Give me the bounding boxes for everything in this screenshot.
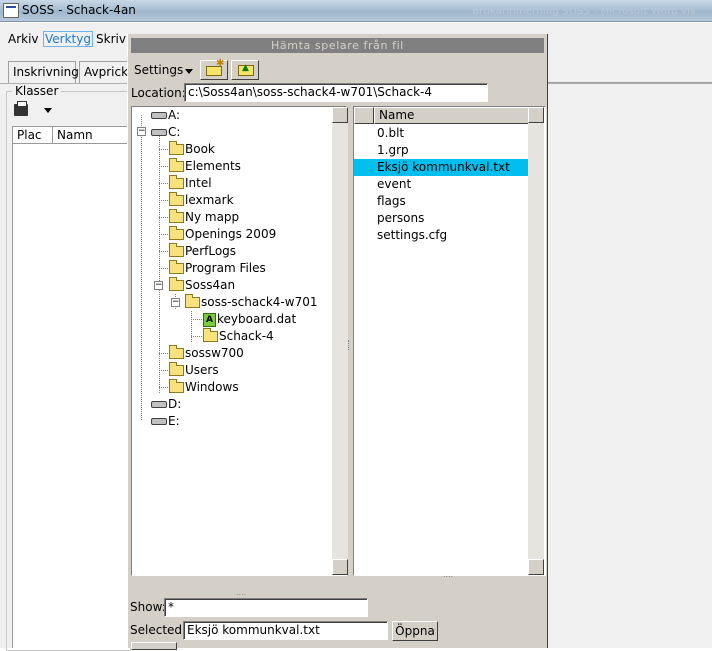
drive-icon bbox=[151, 401, 167, 408]
app-icon bbox=[3, 3, 19, 18]
folder-icon bbox=[169, 209, 184, 223]
file-icon: A bbox=[203, 312, 216, 327]
file-item[interactable]: settings.cfg bbox=[377, 227, 447, 244]
folder-icon bbox=[169, 345, 184, 359]
settings-menu[interactable]: Settings bbox=[134, 63, 183, 77]
tree-item-schack-4[interactable]: Schack-4 bbox=[132, 328, 274, 345]
menu-verktyg[interactable]: Verktyg bbox=[43, 31, 93, 47]
tree-item-a[interactable]: A: bbox=[132, 107, 180, 124]
up-folder-button[interactable] bbox=[231, 60, 259, 80]
location-field[interactable]: c:\Soss4an\soss-schack4-w701\Schack-4 bbox=[184, 83, 488, 102]
klasser-label: Klasser bbox=[12, 84, 62, 98]
folder-icon bbox=[169, 379, 184, 393]
folder-icon bbox=[169, 226, 184, 240]
location-label: Location: bbox=[131, 86, 186, 100]
column-plac[interactable]: Plac bbox=[13, 127, 53, 143]
show-filter-field[interactable]: * bbox=[164, 598, 368, 617]
file-list-header-icon-column[interactable] bbox=[354, 107, 374, 124]
file-list-scrollbar[interactable] bbox=[528, 107, 544, 575]
drive-icon bbox=[151, 129, 167, 136]
menu-arkiv[interactable]: Arkiv bbox=[8, 32, 39, 46]
file-item[interactable]: event bbox=[377, 176, 411, 193]
file-list[interactable]: Name 0.blt 1.grp Eksjö kommunkval.txt ev… bbox=[353, 106, 546, 576]
files-resize-grip[interactable]: .... bbox=[443, 570, 453, 579]
tree-item-ny-mapp[interactable]: Ny mapp bbox=[132, 209, 239, 226]
new-folder-button[interactable] bbox=[200, 58, 228, 80]
tree-scroll-down-button[interactable] bbox=[332, 559, 348, 575]
open-button[interactable]: Öppna bbox=[392, 621, 438, 641]
drive-icon bbox=[151, 418, 167, 425]
folder-icon bbox=[185, 294, 200, 308]
show-label: Show: bbox=[130, 600, 166, 614]
drive-icon bbox=[151, 112, 167, 119]
tree-item-users[interactable]: Users bbox=[132, 362, 219, 379]
menu-skriv[interactable]: Skriv bbox=[96, 32, 126, 46]
folder-icon bbox=[169, 243, 184, 257]
window-title: SOSS - Schack-4an bbox=[22, 3, 136, 17]
tab-avprick[interactable]: Avprick bbox=[79, 61, 131, 83]
tree-item-e[interactable]: E: bbox=[132, 413, 180, 430]
klasser-list[interactable] bbox=[12, 144, 130, 648]
printer-icon[interactable] bbox=[14, 101, 28, 116]
cancel-button[interactable] bbox=[131, 642, 177, 650]
column-namn[interactable]: Namn bbox=[53, 127, 131, 143]
klasser-list-header: Plac Namn bbox=[12, 126, 131, 144]
tree-item-keyboard-dat[interactable]: Akeyboard.dat bbox=[132, 311, 296, 328]
chevron-down-icon[interactable] bbox=[44, 108, 52, 113]
tree-item-sossw700[interactable]: sossw700 bbox=[132, 345, 244, 362]
tree-item-elements[interactable]: Elements bbox=[132, 158, 241, 175]
up-folder-icon bbox=[238, 63, 254, 76]
folder-icon bbox=[169, 260, 184, 274]
files-scroll-up-button[interactable] bbox=[528, 107, 544, 123]
panel-divider bbox=[548, 82, 712, 83]
folder-icon bbox=[169, 277, 184, 291]
tree-resize-grip[interactable]: .... bbox=[236, 588, 246, 597]
folder-icon bbox=[169, 175, 184, 189]
tree-item-d[interactable]: D: bbox=[132, 396, 181, 413]
file-item[interactable]: persons bbox=[377, 210, 424, 227]
file-item[interactable]: 0.blt bbox=[377, 125, 404, 142]
folder-icon bbox=[169, 158, 184, 172]
tree-item-c[interactable]: C: bbox=[132, 124, 180, 141]
tree-item-intel[interactable]: Intel bbox=[132, 175, 212, 192]
files-scroll-down-button[interactable] bbox=[528, 559, 544, 575]
file-item[interactable]: 1.grp bbox=[377, 142, 409, 159]
pane-splitter[interactable] bbox=[348, 340, 352, 350]
new-folder-icon bbox=[206, 58, 224, 76]
tree-item-soss4an[interactable]: Soss4an bbox=[132, 277, 235, 294]
tree-item-book[interactable]: Book bbox=[132, 141, 215, 158]
file-item[interactable]: flags bbox=[377, 193, 406, 210]
folder-icon bbox=[203, 328, 218, 342]
file-list-header: Name bbox=[354, 107, 530, 124]
folder-icon bbox=[169, 141, 184, 155]
name-column-header[interactable]: Name bbox=[374, 107, 530, 124]
selected-file-field[interactable]: Eksjö kommunkval.txt bbox=[183, 621, 388, 640]
background-window-title: Brukarinmerning SOSS - Microsoft Word vi… bbox=[472, 6, 696, 17]
tab-inskrivning[interactable]: Inskrivning bbox=[8, 61, 79, 83]
tree-item-windows[interactable]: Windows bbox=[132, 379, 239, 396]
file-item-selected[interactable]: Eksjö kommunkval.txt bbox=[354, 159, 529, 176]
dialog-title: Hämta spelare från fil bbox=[131, 38, 544, 53]
tree-item-openings[interactable]: Openings 2009 bbox=[132, 226, 276, 243]
tree-item-perflogs[interactable]: PerfLogs bbox=[132, 243, 236, 260]
tree-item-program-files[interactable]: Program Files bbox=[132, 260, 266, 277]
selected-label: Selected: bbox=[130, 623, 187, 637]
settings-chevron-down-icon[interactable] bbox=[185, 69, 193, 74]
tree-scroll-up-button[interactable] bbox=[332, 107, 348, 123]
tree-scrollbar[interactable] bbox=[332, 107, 348, 575]
tree-item-soss-schack4-w701[interactable]: soss-schack4-w701 bbox=[132, 294, 317, 311]
folder-icon bbox=[169, 362, 184, 376]
tree-item-lexmark[interactable]: lexmark bbox=[132, 192, 234, 209]
directory-tree[interactable]: − − − A: C: Book Elements Intel lexmark … bbox=[131, 106, 347, 576]
folder-icon bbox=[169, 192, 184, 206]
